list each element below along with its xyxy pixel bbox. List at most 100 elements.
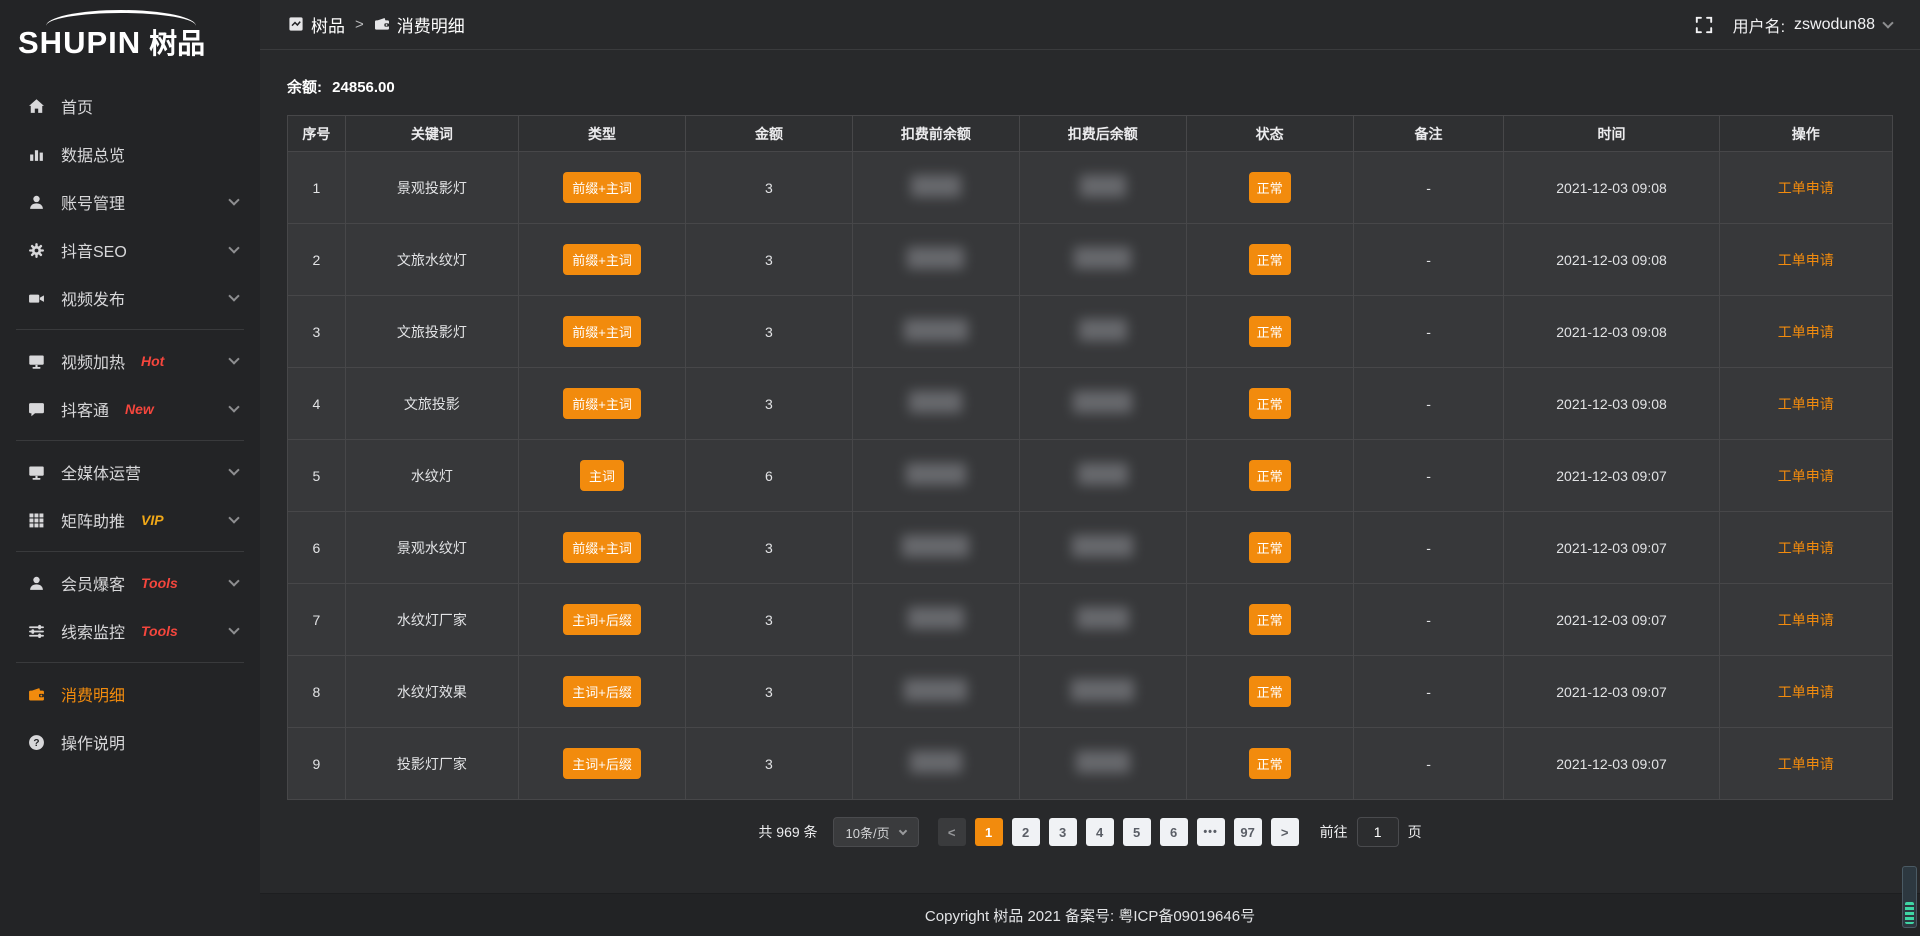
remark-cell: -	[1353, 584, 1504, 656]
work-order-link[interactable]: 工单申请	[1778, 396, 1834, 412]
sidebar-divider	[16, 662, 244, 663]
remark-cell: -	[1353, 728, 1504, 800]
work-order-link[interactable]: 工单申请	[1778, 468, 1834, 484]
chevron-down-icon	[898, 827, 906, 835]
after-balance-censored	[1076, 751, 1130, 773]
help-icon: ?	[26, 733, 46, 751]
type-badge: 主词+后缀	[563, 676, 641, 707]
type-badge: 主词+后缀	[563, 604, 641, 635]
sidebar-item-label: 抖音SEO	[61, 238, 127, 262]
sidebar-item-label: 抖客通	[61, 397, 109, 421]
before-balance-censored	[902, 535, 969, 557]
user-icon	[26, 193, 46, 211]
sidebar-item-label: 全媒体运营	[61, 460, 141, 484]
table-row: 6景观水纹灯前缀+主词3正常-2021-12-03 09:07工单申请	[288, 512, 1893, 584]
time-cell: 2021-12-03 09:07	[1504, 728, 1719, 800]
amount-cell: 3	[686, 584, 853, 656]
row-index-cell: 7	[288, 584, 346, 656]
sidebar-item-all-media-operation[interactable]: 全媒体运营	[0, 448, 260, 496]
status-badge: 正常	[1249, 532, 1291, 563]
chevron-down-icon	[228, 512, 239, 523]
remark-cell: -	[1353, 440, 1504, 512]
goto-suffix: 页	[1408, 822, 1422, 842]
column-header: 时间	[1504, 116, 1719, 152]
screen-icon	[26, 352, 46, 370]
table-row: 4文旅投影前缀+主词3正常-2021-12-03 09:08工单申请	[288, 368, 1893, 440]
app-root: SHUPIN 树品 首页数据总览账号管理抖音SEO 视频发布视频加热Hot抖客通N…	[0, 0, 1920, 936]
page-button-6[interactable]: 6	[1160, 818, 1188, 846]
work-order-link[interactable]: 工单申请	[1778, 540, 1834, 556]
type-badge: 主词	[580, 460, 624, 491]
keyword-cell: 投影灯厂家	[345, 728, 518, 800]
amount-cell: 3	[686, 656, 853, 728]
after-balance-censored	[1078, 463, 1128, 485]
work-order-link[interactable]: 工单申请	[1778, 684, 1834, 700]
type-badge: 主词+后缀	[563, 748, 641, 779]
work-order-link[interactable]: 工单申请	[1778, 612, 1834, 628]
sidebar-item-clue-monitoring[interactable]: 线索监控Tools	[0, 607, 260, 655]
breadcrumb-item-shupin[interactable]: 树品	[288, 12, 345, 37]
page-button-4[interactable]: 4	[1086, 818, 1114, 846]
sidebar-item-operation-guide[interactable]: ?操作说明	[0, 718, 260, 766]
time-cell: 2021-12-03 09:08	[1504, 152, 1719, 224]
chevron-down-icon	[1882, 17, 1893, 28]
sidebar-item-data-overview[interactable]: 数据总览	[0, 130, 260, 178]
work-order-link[interactable]: 工单申请	[1778, 756, 1834, 772]
goto-label: 前往	[1320, 822, 1348, 842]
sidebar-item-matrix-boost[interactable]: 矩阵助推VIP	[0, 496, 260, 544]
page-button-97[interactable]: 97	[1234, 818, 1262, 846]
after-balance-censored	[1071, 679, 1134, 701]
sidebar-item-member-baoke[interactable]: 会员爆客Tools	[0, 559, 260, 607]
next-page-button[interactable]: >	[1271, 818, 1299, 846]
logo[interactable]: SHUPIN 树品	[0, 0, 260, 68]
sidebar-item-douketong[interactable]: 抖客通New	[0, 385, 260, 433]
sidebar-divider	[16, 440, 244, 441]
amount-cell: 3	[686, 512, 853, 584]
work-order-link[interactable]: 工单申请	[1778, 324, 1834, 340]
breadcrumb-separator: >	[355, 16, 364, 33]
page-button-3[interactable]: 3	[1049, 818, 1077, 846]
sidebar-item-video-heating[interactable]: 视频加热Hot	[0, 337, 260, 385]
sidebar-item-account-management[interactable]: 账号管理	[0, 178, 260, 226]
sidebar-item-consumption-details[interactable]: 消费明细	[0, 670, 260, 718]
prev-page-button[interactable]: <	[938, 818, 966, 846]
breadcrumb-item-consumption-details[interactable]: 消费明细	[374, 12, 465, 37]
fullscreen-icon[interactable]	[1695, 16, 1713, 34]
page-button-1[interactable]: 1	[975, 818, 1003, 846]
page-size-select[interactable]: 10条/页	[833, 817, 919, 847]
page-button-5[interactable]: 5	[1123, 818, 1151, 846]
keyword-cell: 景观水纹灯	[345, 512, 518, 584]
sidebar-item-video-publish[interactable]: 视频发布	[0, 274, 260, 322]
chevron-down-icon	[228, 194, 239, 205]
goto-page-input[interactable]	[1357, 817, 1399, 847]
work-order-link[interactable]: 工单申请	[1778, 180, 1834, 196]
chevron-down-icon	[228, 623, 239, 634]
balance-label: 余额:	[287, 79, 322, 96]
page-ellipsis-button[interactable]: •••	[1197, 818, 1225, 846]
amount-cell: 3	[686, 728, 853, 800]
user-icon	[26, 574, 46, 592]
chevron-down-icon	[228, 401, 239, 412]
after-balance-censored	[1074, 247, 1131, 269]
grid-icon	[26, 511, 46, 529]
remark-cell: -	[1353, 224, 1504, 296]
table-row: 9投影灯厂家主词+后缀3正常-2021-12-03 09:07工单申请	[288, 728, 1893, 800]
amount-cell: 3	[686, 368, 853, 440]
sidebar-item-home[interactable]: 首页	[0, 82, 260, 130]
row-index-cell: 6	[288, 512, 346, 584]
status-badge: 正常	[1249, 748, 1291, 779]
work-order-link[interactable]: 工单申请	[1778, 252, 1834, 268]
remark-cell: -	[1353, 368, 1504, 440]
monitor-icon	[26, 463, 46, 481]
time-cell: 2021-12-03 09:08	[1504, 296, 1719, 368]
before-balance-censored	[906, 463, 966, 485]
row-index-cell: 2	[288, 224, 346, 296]
goto-page: 前往 页	[1320, 817, 1422, 847]
page-button-2[interactable]: 2	[1012, 818, 1040, 846]
after-balance-censored	[1079, 319, 1127, 341]
topbar-right: 用户名: zswodun88	[1695, 13, 1892, 37]
status-badge: 正常	[1249, 676, 1291, 707]
user-menu[interactable]: 用户名: zswodun88	[1733, 13, 1892, 37]
sidebar-item-douyin-seo[interactable]: 抖音SEO	[0, 226, 260, 274]
row-index-cell: 4	[288, 368, 346, 440]
